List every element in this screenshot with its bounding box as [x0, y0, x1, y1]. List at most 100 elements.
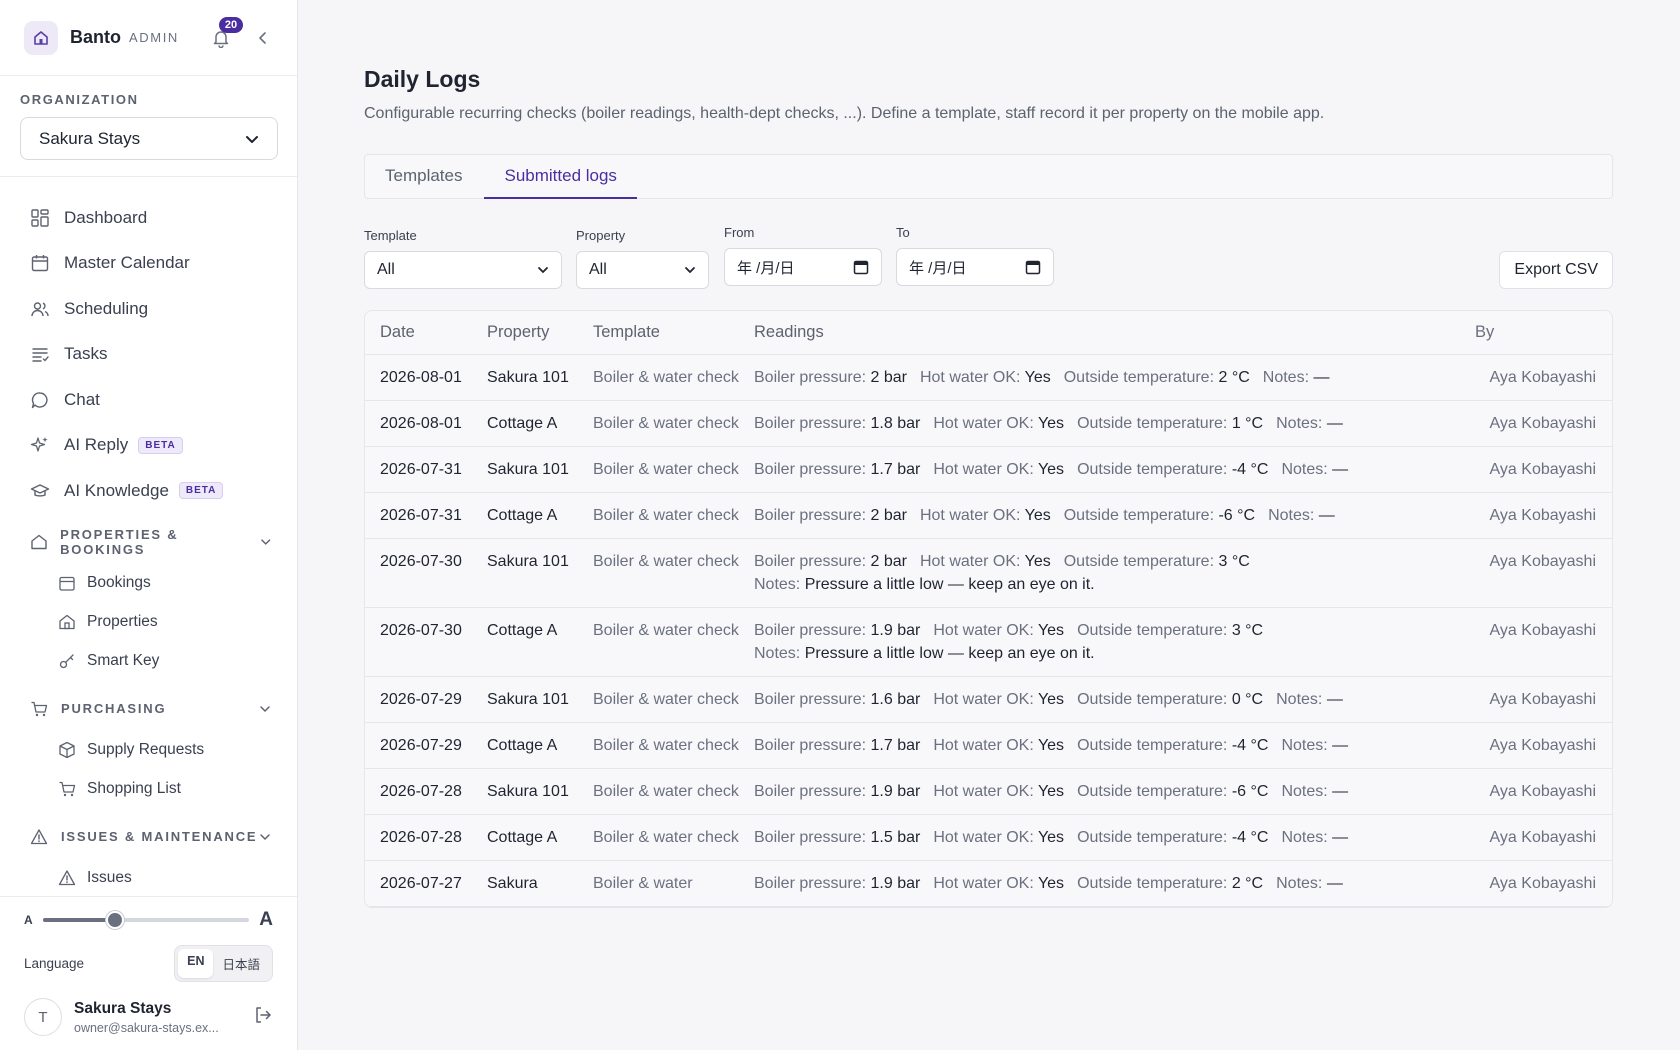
- property-filter-value: All: [589, 261, 607, 278]
- text-size-slider[interactable]: [42, 911, 249, 929]
- avatar[interactable]: T: [24, 998, 62, 1036]
- cell-date: 2026-07-29: [380, 691, 462, 708]
- organization-select[interactable]: Sakura Stays: [20, 117, 278, 160]
- cell-template: Boiler & water check: [593, 829, 739, 846]
- reading-label: Hot water OK:: [933, 737, 1034, 754]
- logout-icon: [256, 1006, 271, 1023]
- reading-label: Boiler pressure:: [754, 691, 867, 708]
- reading-label: Boiler pressure:: [754, 507, 867, 524]
- sidebar-item-properties[interactable]: Properties: [0, 603, 297, 642]
- table-row[interactable]: 2026-07-31 Sakura 101 Boiler & water check…: [365, 447, 1612, 493]
- cell-template: Boiler & water check: [593, 691, 739, 708]
- table-row[interactable]: 2026-07-27 Sakura Boiler & water Boiler pre…: [365, 861, 1612, 907]
- nav-label: Master Calendar: [64, 253, 190, 273]
- reading-boiler-pressure: Boiler pressure: 1.6 bar: [754, 691, 920, 708]
- table-row[interactable]: 2026-07-31 Cottage A Boiler & water check B…: [365, 493, 1612, 539]
- logout-button[interactable]: [253, 1005, 273, 1030]
- reading-value: —: [1318, 507, 1335, 524]
- reading-hot-water: Hot water OK: Yes: [933, 461, 1064, 478]
- export-csv-button[interactable]: Export CSV: [1499, 251, 1613, 289]
- column-header-date[interactable]: Date: [365, 323, 487, 342]
- cell-readings: Boiler pressure: 1.5 bar Hot water OK: Ye…: [754, 826, 1475, 849]
- cell-readings: Boiler pressure: 1.9 bar Hot water OK: Ye…: [754, 619, 1475, 665]
- tab-templates[interactable]: Templates: [383, 166, 464, 198]
- nav-item-scheduling[interactable]: Scheduling: [0, 286, 297, 332]
- table-row[interactable]: 2026-07-28 Cottage A Boiler & water check B…: [365, 815, 1612, 861]
- section-label: ISSUES & MAINTENANCE: [61, 829, 258, 844]
- collapse-sidebar-button[interactable]: [253, 28, 273, 48]
- cell-date: 2026-07-29: [380, 737, 462, 754]
- reading-value: 1.8 bar: [870, 415, 921, 432]
- section-issues-maintenance[interactable]: ISSUES & MAINTENANCE: [0, 815, 297, 859]
- column-header-property[interactable]: Property: [487, 323, 593, 342]
- reading-label: Hot water OK:: [933, 691, 1034, 708]
- sidebar-item-label: Supply Requests: [87, 741, 205, 758]
- reading-value: 3 °C: [1231, 622, 1264, 639]
- reading-value: Yes: [1024, 369, 1051, 386]
- reading-notes: Notes: —: [1281, 737, 1348, 754]
- column-header-template[interactable]: Template: [593, 323, 754, 342]
- section-purchasing[interactable]: PURCHASING: [0, 687, 297, 731]
- nav-item-ai-knowledge[interactable]: AI Knowledge BETA: [0, 468, 297, 514]
- template-filter-select[interactable]: All: [364, 251, 562, 289]
- cell-by: Aya Kobayashi: [1489, 737, 1596, 754]
- nav-item-master-calendar[interactable]: Master Calendar: [0, 241, 297, 287]
- reading-label: Outside temperature:: [1077, 622, 1228, 639]
- reading-value: Yes: [1024, 553, 1051, 570]
- to-date-input[interactable]: 年 /月/日: [896, 248, 1054, 286]
- app-name: Banto: [70, 27, 121, 47]
- beta-badge: BETA: [178, 482, 224, 500]
- sidebar-item-issues[interactable]: Issues: [0, 859, 297, 898]
- property-filter-select[interactable]: All: [576, 251, 709, 289]
- section-properties-bookings[interactable]: PROPERTIES & BOOKINGS: [0, 520, 297, 564]
- table-row[interactable]: 2026-07-30 Cottage A Boiler & water check B…: [365, 608, 1612, 677]
- to-date-value: 年 /月/日: [909, 259, 967, 277]
- table-row[interactable]: 2026-07-29 Cottage A Boiler & water check B…: [365, 723, 1612, 769]
- key-icon: [57, 651, 77, 671]
- reading-notes: Notes: —: [1276, 875, 1343, 892]
- users-icon: [29, 298, 51, 320]
- notifications-button[interactable]: 20: [209, 16, 243, 50]
- reading-value: —: [1326, 415, 1343, 432]
- reading-label: Hot water OK:: [933, 783, 1034, 800]
- nav-item-ai-reply[interactable]: AI Reply BETA: [0, 423, 297, 469]
- home-logo-icon[interactable]: [24, 20, 58, 55]
- sidebar-item-shopping-list[interactable]: Shopping List: [0, 770, 297, 809]
- sidebar-item-label: Bookings: [87, 574, 151, 591]
- reading-value: -4 °C: [1231, 737, 1269, 754]
- cell-readings: Boiler pressure: 1.9 bar Hot water OK: Ye…: [754, 780, 1475, 803]
- language-option-ja[interactable]: 日本語: [213, 949, 269, 978]
- language-option-en[interactable]: EN: [178, 949, 214, 978]
- nav-item-chat[interactable]: Chat: [0, 377, 297, 423]
- reading-label: Outside temperature:: [1063, 369, 1215, 386]
- text-size-large-label: A: [259, 909, 273, 930]
- table-row[interactable]: 2026-08-01 Cottage A Boiler & water check B…: [365, 401, 1612, 447]
- chat-icon: [29, 389, 51, 411]
- nav-item-dashboard[interactable]: Dashboard: [0, 195, 297, 241]
- text-size-slider-thumb[interactable]: [105, 911, 124, 929]
- column-header-readings[interactable]: Readings: [754, 323, 1475, 342]
- cell-template: Boiler & water check: [593, 461, 739, 478]
- reading-value: —: [1332, 829, 1349, 846]
- reading-value: —: [1313, 369, 1330, 386]
- cell-property: Sakura 101: [487, 691, 569, 708]
- reading-outside-temperature: Outside temperature: 0 °C: [1077, 691, 1263, 708]
- tab-submitted-logs[interactable]: Submitted logs: [484, 166, 638, 199]
- cell-property: Sakura 101: [487, 369, 569, 386]
- reading-boiler-pressure: Boiler pressure: 1.9 bar: [754, 622, 920, 639]
- sidebar-item-bookings[interactable]: Bookings: [0, 564, 297, 603]
- table-row[interactable]: 2026-07-30 Sakura 101 Boiler & water check…: [365, 539, 1612, 608]
- reading-boiler-pressure: Boiler pressure: 2 bar: [754, 369, 907, 386]
- column-header-by[interactable]: By: [1475, 323, 1610, 342]
- user-name: Sakura Stays: [74, 999, 172, 1017]
- table-row[interactable]: 2026-07-28 Sakura 101 Boiler & water check…: [365, 769, 1612, 815]
- calendar-icon: [29, 252, 51, 274]
- from-date-input[interactable]: 年 /月/日: [724, 248, 882, 286]
- table-row[interactable]: 2026-07-29 Sakura 101 Boiler & water check…: [365, 677, 1612, 723]
- sidebar-item-smart-key[interactable]: Smart Key: [0, 642, 297, 681]
- notification-count-badge: 20: [219, 16, 243, 33]
- nav-item-tasks[interactable]: Tasks: [0, 332, 297, 378]
- table-row[interactable]: 2026-08-01 Sakura 101 Boiler & water check…: [365, 355, 1612, 401]
- reading-value: -4 °C: [1231, 461, 1269, 478]
- sidebar-item-supply-requests[interactable]: Supply Requests: [0, 731, 297, 770]
